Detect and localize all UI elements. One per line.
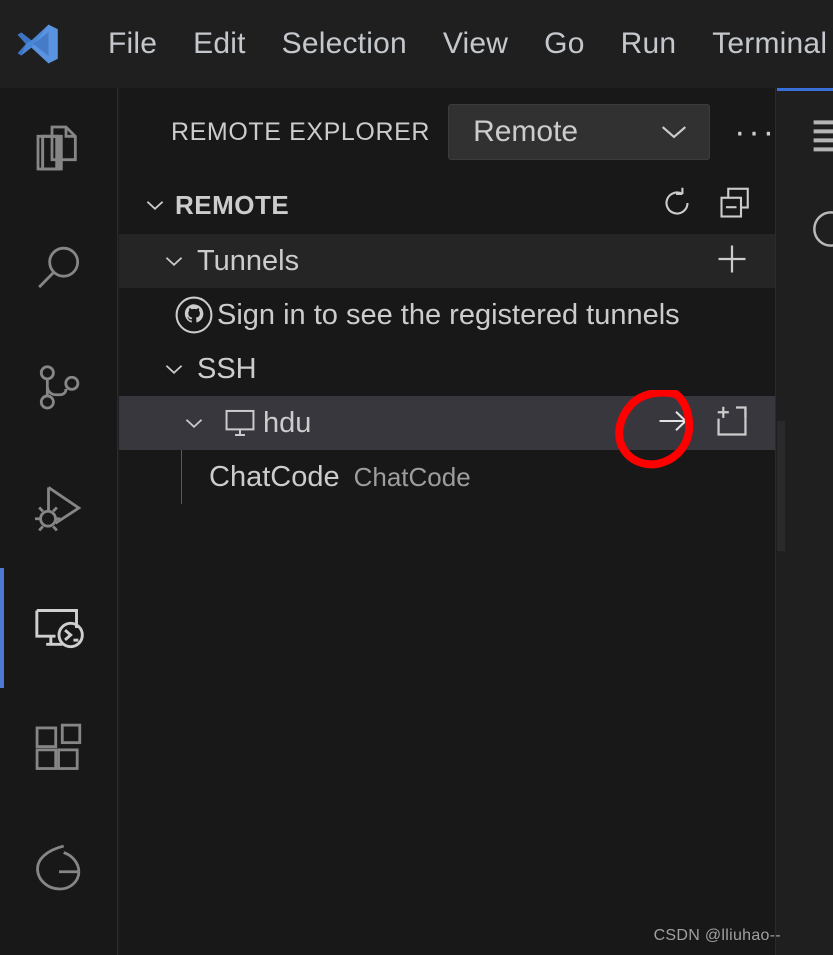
tree-row-hdu[interactable]: hdu bbox=[119, 396, 775, 450]
plus-icon[interactable] bbox=[713, 240, 751, 283]
remote-explorer-icon bbox=[35, 609, 84, 649]
extensions-icon bbox=[35, 723, 82, 770]
chevron-down-icon bbox=[151, 252, 197, 270]
activity-bar-item-search[interactable] bbox=[0, 208, 118, 328]
run-debug-icon bbox=[34, 486, 82, 532]
source-control-icon bbox=[39, 365, 80, 410]
menu-item-view[interactable]: View bbox=[425, 24, 526, 64]
activity-bar-item-run-and-debug[interactable] bbox=[0, 448, 118, 568]
remote-host-icon bbox=[217, 406, 263, 440]
tree-row-label: Sign in to see the registered tunnels bbox=[217, 299, 680, 331]
title-bar: File Edit Selection View Go Run Terminal bbox=[0, 0, 833, 88]
tree-row-label: hdu bbox=[263, 407, 312, 439]
new-window-icon[interactable] bbox=[713, 402, 751, 445]
activity-bar-item-gitlens[interactable] bbox=[0, 808, 118, 928]
section-header-remote[interactable]: REMOTE bbox=[119, 176, 775, 234]
sidebar-remote-explorer: REMOTE EXPLORER Remote ··· REMOTE Tunnel… bbox=[119, 88, 776, 955]
editor-area bbox=[777, 88, 833, 955]
refresh-icon[interactable] bbox=[659, 185, 695, 226]
tree-row-tunnels[interactable]: Tunnels bbox=[119, 234, 775, 288]
editor-scrollbar[interactable] bbox=[777, 421, 785, 551]
tree-row-actions bbox=[713, 240, 775, 283]
tree-row-description: ChatCode bbox=[353, 462, 471, 492]
circle-icon[interactable] bbox=[811, 209, 833, 249]
watermark-text: CSDN @lliuhao-- bbox=[653, 927, 781, 944]
files-icon bbox=[36, 125, 77, 171]
remote-view-select-value: Remote bbox=[473, 115, 579, 148]
menu-bar: File Edit Selection View Go Run Terminal bbox=[90, 24, 833, 64]
github-icon bbox=[171, 296, 217, 334]
menu-item-terminal[interactable]: Terminal bbox=[694, 24, 833, 64]
chevron-down-icon bbox=[662, 126, 687, 139]
section-title: REMOTE bbox=[175, 189, 290, 220]
menu-item-selection[interactable]: Selection bbox=[264, 24, 425, 64]
activity-bar-item-remote-explorer[interactable] bbox=[0, 568, 118, 688]
page-title: REMOTE EXPLORER bbox=[171, 117, 431, 146]
arrow-right-icon[interactable] bbox=[653, 403, 693, 444]
chevron-down-icon bbox=[171, 414, 217, 432]
tree-row-label: Tunnels bbox=[197, 245, 300, 277]
collapse-all-icon[interactable] bbox=[717, 185, 753, 226]
vscode-window: File Edit Selection View Go Run Terminal bbox=[0, 0, 833, 955]
activity-bar-item-extensions[interactable] bbox=[0, 688, 118, 808]
menu-item-edit[interactable]: Edit bbox=[175, 24, 264, 64]
menu-item-file[interactable]: File bbox=[90, 24, 175, 64]
remote-tree: Tunnels Sign in to see the registered tu… bbox=[119, 234, 775, 504]
activity-bar-item-source-control[interactable] bbox=[0, 328, 118, 448]
search-icon bbox=[38, 246, 80, 289]
chevron-down-icon bbox=[151, 360, 197, 378]
tree-row-chatcode[interactable]: ChatCode ChatCode bbox=[119, 450, 775, 504]
list-icon[interactable] bbox=[813, 117, 833, 153]
sidebar-more-actions-button[interactable]: ··· bbox=[728, 112, 783, 152]
tree-row-tunnels-signin[interactable]: Sign in to see the registered tunnels bbox=[119, 288, 775, 342]
tree-row-actions bbox=[653, 402, 775, 445]
chevron-down-icon bbox=[135, 196, 175, 214]
activity-bar bbox=[0, 88, 118, 955]
menu-item-run[interactable]: Run bbox=[603, 24, 695, 64]
sidebar-title-row: REMOTE EXPLORER Remote ··· bbox=[119, 88, 775, 176]
tree-row-label: SSH bbox=[197, 353, 257, 385]
activity-bar-item-explorer[interactable] bbox=[0, 88, 118, 208]
menu-item-go[interactable]: Go bbox=[526, 24, 602, 64]
vscode-logo-icon bbox=[17, 24, 58, 64]
section-actions bbox=[659, 185, 775, 226]
tree-row-label: ChatCode bbox=[209, 461, 340, 493]
remote-view-select[interactable]: Remote bbox=[448, 104, 711, 160]
tree-row-ssh[interactable]: SSH bbox=[119, 342, 775, 396]
gitlens-icon bbox=[36, 844, 81, 891]
